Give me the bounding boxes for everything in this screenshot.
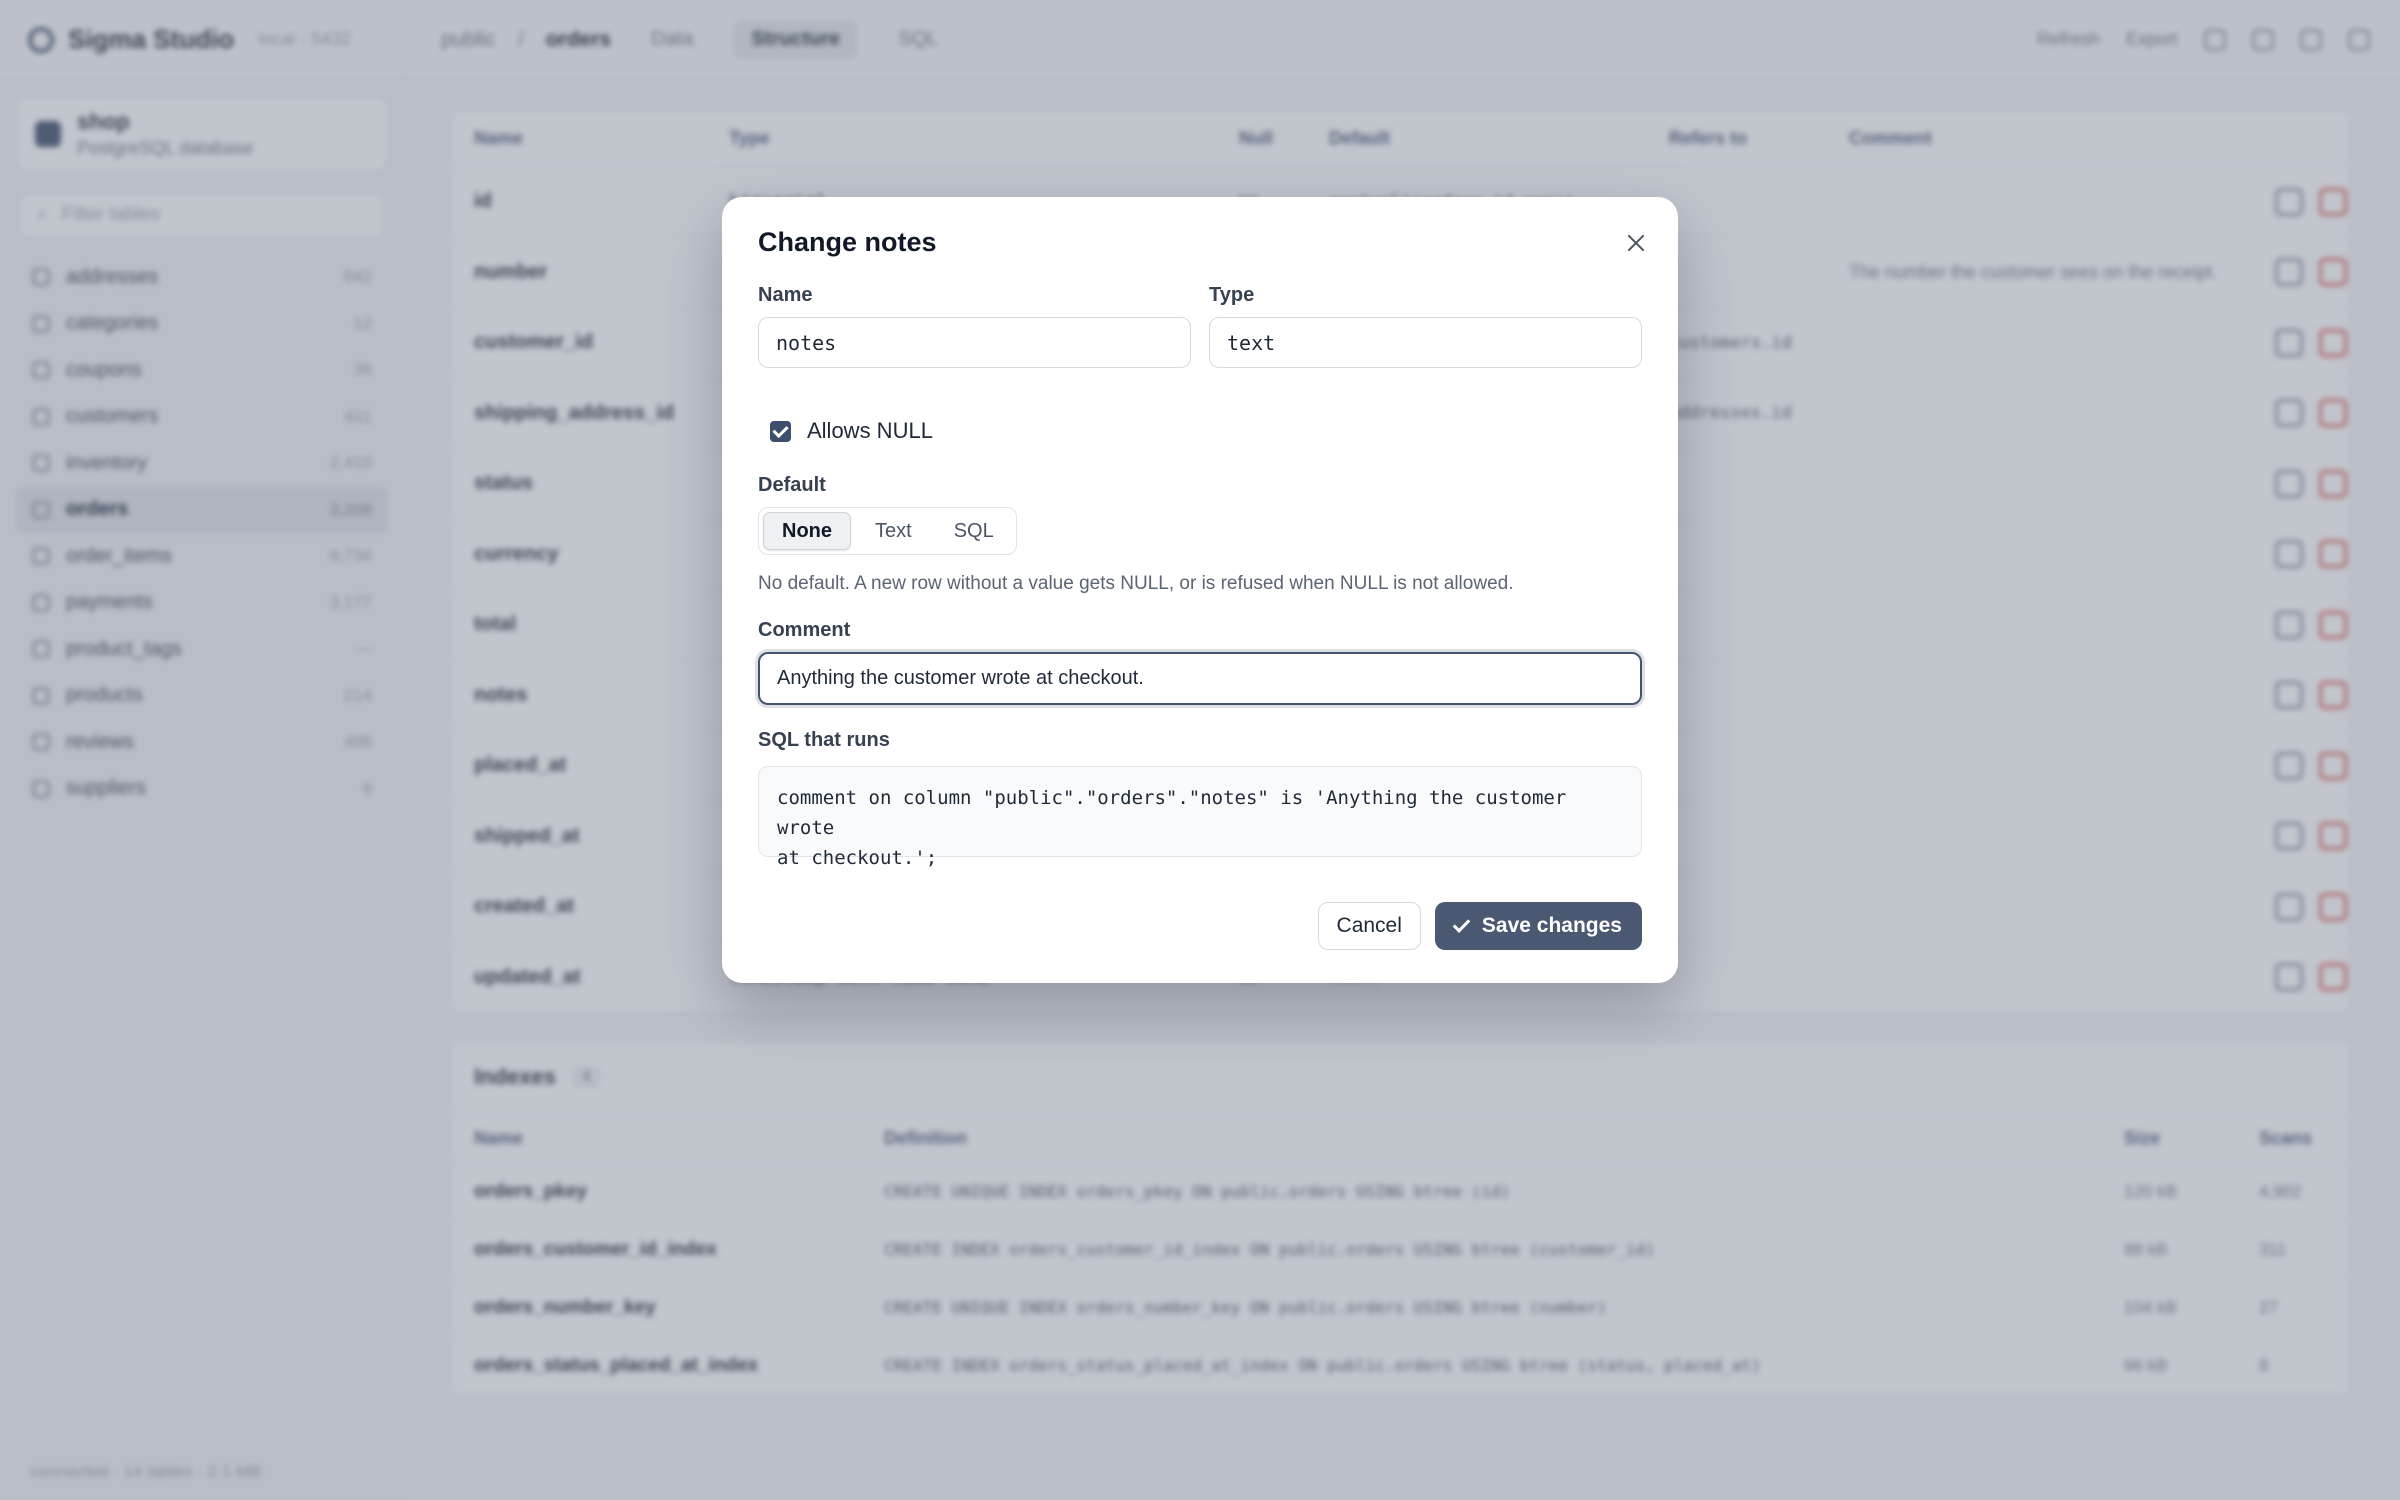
name-label: Name — [758, 284, 813, 306]
name-input[interactable]: notes — [758, 317, 1191, 368]
save-changes-button[interactable]: Save changes — [1434, 902, 1642, 950]
dialog-title: Change notes — [758, 227, 937, 257]
name-field-group: Name notes — [758, 284, 1191, 368]
default-label: Default — [758, 474, 826, 496]
sql-preview-line: at checkout.'; — [777, 847, 938, 869]
change-column-dialog: Change notes Name notes Type text Allows… — [722, 197, 1678, 983]
close-icon[interactable] — [1626, 233, 1646, 253]
default-group: Default None Text SQL No default. A new … — [758, 474, 1642, 595]
allows-null-label[interactable]: Allows NULL — [807, 418, 933, 444]
type-label: Type — [1209, 284, 1255, 306]
type-input[interactable]: text — [1209, 317, 1642, 368]
type-field-group: Type text — [1209, 284, 1642, 368]
default-option-none[interactable]: None — [763, 512, 851, 550]
save-changes-label: Save changes — [1481, 914, 1622, 937]
allows-null-checkbox[interactable] — [770, 420, 791, 442]
allows-null-row: Allows NULL — [758, 418, 1642, 444]
dialog-footer: Cancel Save changes — [1317, 902, 1642, 950]
comment-input[interactable]: Anything the customer wrote at checkout. — [758, 652, 1642, 705]
sql-preview-line: comment on column "public"."orders"."not… — [777, 787, 1567, 839]
cancel-button[interactable]: Cancel — [1317, 902, 1421, 950]
default-mode-switch: None Text SQL — [758, 507, 1017, 555]
default-hint: No default. A new row without a value ge… — [758, 573, 1514, 594]
comment-group: Comment Anything the customer wrote at c… — [758, 619, 1642, 705]
sql-preview: comment on column "public"."orders"."not… — [758, 766, 1642, 869]
default-option-text[interactable]: Text — [857, 512, 930, 550]
name-type-row: Name notes Type text — [758, 284, 1642, 368]
default-option-sql[interactable]: SQL — [936, 512, 1012, 550]
sql-preview-group: SQL that runs comment on column "public"… — [758, 729, 1642, 869]
comment-label: Comment — [758, 619, 851, 641]
sql-label: SQL that runs — [758, 729, 890, 751]
check-icon — [1452, 914, 1471, 933]
